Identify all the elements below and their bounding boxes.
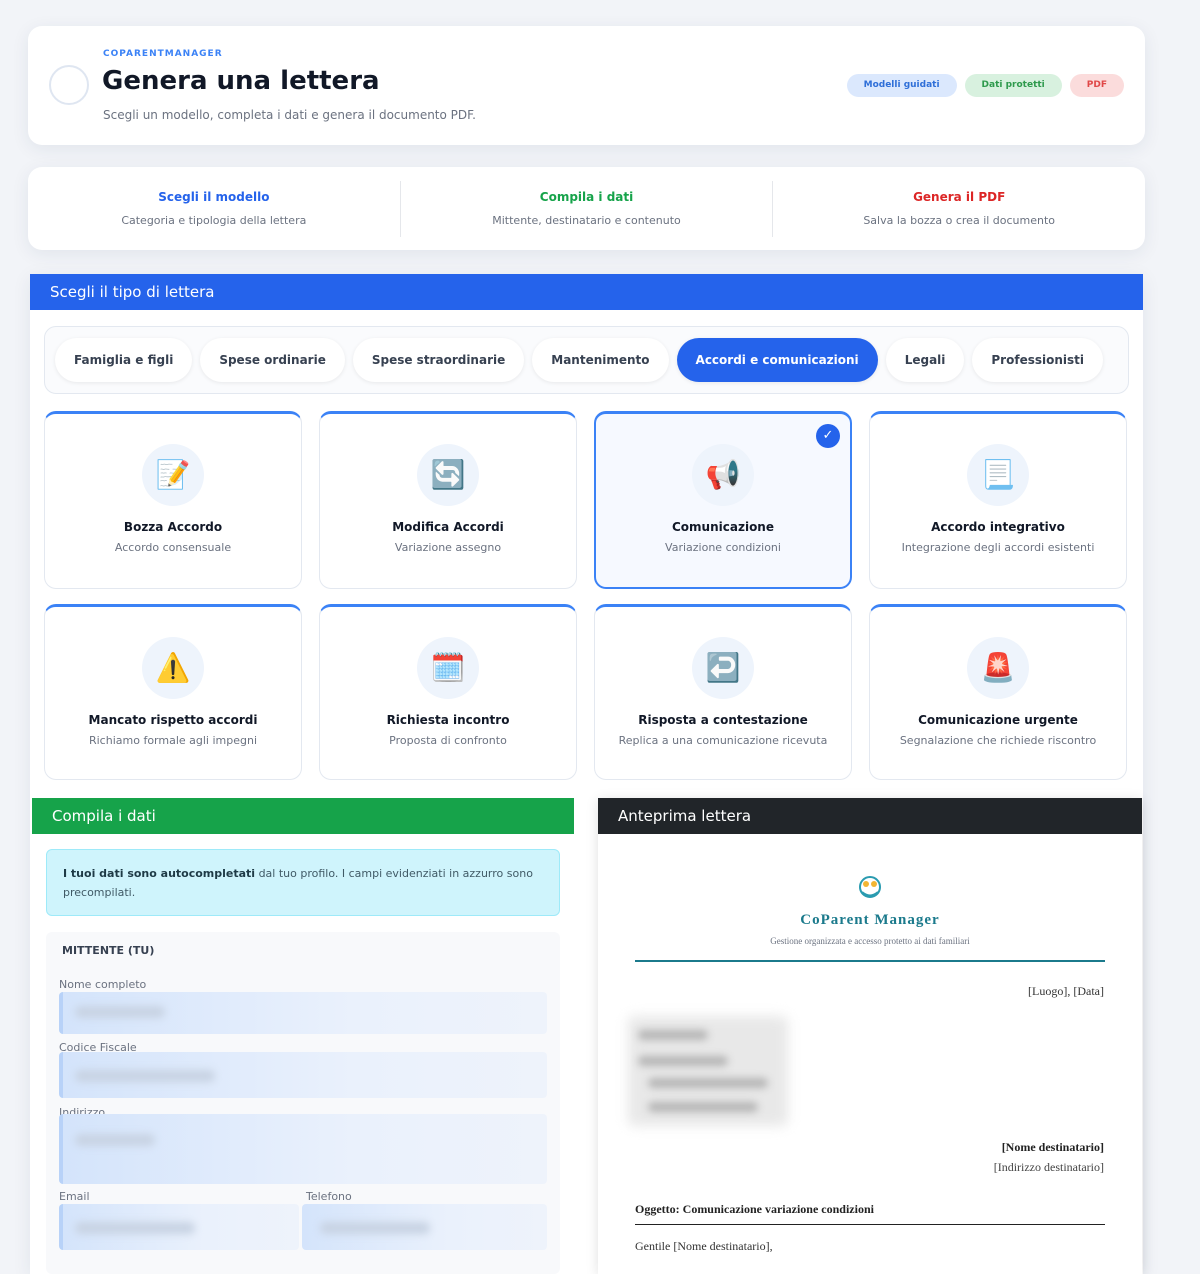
- template-card-draft-agreement[interactable]: 📝 Bozza Accordo Accordo consensuale: [44, 411, 302, 589]
- letter-tagline: Gestione organizzata e accesso protetto …: [770, 936, 970, 946]
- subject-divider: [635, 1224, 1105, 1225]
- template-description: Proposta di confronto: [389, 734, 507, 747]
- template-title: Modifica Accordi: [392, 520, 504, 534]
- template-title: Risposta a contestazione: [638, 713, 808, 727]
- redacted-value: [75, 1070, 215, 1082]
- form-panel: Compila i dati I tuoi dati sono autocomp…: [32, 798, 574, 1274]
- calendar-icon: 🗓️: [417, 637, 479, 699]
- page-header: COPARENTMANAGER Genera una lettera Scegl…: [28, 26, 1145, 145]
- email-label: Email: [59, 1190, 90, 1203]
- page-title: Genera una lettera: [102, 66, 380, 96]
- category-tabs: Famiglia e figli Spese ordinarie Spese s…: [44, 326, 1129, 394]
- reply-arrow-icon: ↩️: [692, 637, 754, 699]
- template-title: Accordo integrativo: [931, 520, 1065, 534]
- phone-field[interactable]: [302, 1204, 547, 1250]
- step-fill-data[interactable]: Compila i dati Mittente, destinatario e …: [399, 180, 773, 237]
- form-title: Compila i dati: [32, 798, 574, 834]
- redacted-line: [638, 1030, 708, 1040]
- tab-professionals[interactable]: Professionisti: [972, 338, 1103, 382]
- template-title: Bozza Accordo: [123, 520, 223, 534]
- name-label: Nome completo: [59, 978, 147, 991]
- template-description: Segnalazione che richiede riscontro: [899, 734, 1097, 747]
- template-description: Integrazione degli accordi esistenti: [901, 541, 1095, 554]
- tab-extraordinary-expenses[interactable]: Spese straordinarie: [352, 338, 525, 382]
- phone-label: Telefono: [306, 1190, 352, 1203]
- tab-maintenance[interactable]: Mantenimento: [532, 338, 669, 382]
- step-generate-pdf[interactable]: Genera il PDF Salva la bozza o crea il d…: [772, 180, 1145, 237]
- template-card-meeting-request[interactable]: 🗓️ Richiesta incontro Proposta di confro…: [319, 604, 577, 780]
- document-icon: 📃: [967, 444, 1029, 506]
- step-description: Salva la bozza o crea il documento: [863, 214, 1056, 227]
- letter-subject: Oggetto: Comunicazione variazione condiz…: [635, 1202, 874, 1216]
- template-card-urgent-communication[interactable]: 🚨 Comunicazione urgente Segnalazione che…: [869, 604, 1127, 780]
- memo-icon: 📝: [142, 444, 204, 506]
- avatar[interactable]: [49, 65, 89, 105]
- page-subtitle: Scegli un modello, completa i dati e gen…: [103, 108, 476, 122]
- megaphone-icon: 📢: [692, 444, 754, 506]
- divider: [635, 960, 1105, 962]
- refresh-icon: 🔄: [417, 444, 479, 506]
- badge-pdf: PDF: [1069, 74, 1124, 97]
- badge-protected-data: Dati protetti: [964, 74, 1062, 97]
- template-card-supplementary-agreement[interactable]: 📃 Accordo integrativo Integrazione degli…: [869, 411, 1127, 589]
- address-field[interactable]: [59, 1114, 547, 1184]
- step-title: Genera il PDF: [913, 190, 1006, 204]
- tab-legal[interactable]: Legali: [885, 338, 965, 382]
- template-description: Richiamo formale agli impegni: [88, 734, 258, 747]
- autofill-info-alert: I tuoi dati sono autocompletati dal tuo …: [46, 849, 560, 916]
- sender-title: MITTENTE (TU): [62, 944, 155, 957]
- step-description: Categoria e tipologia della lettera: [121, 214, 307, 227]
- template-description: Variazione assegno: [394, 541, 502, 554]
- template-title: Comunicazione: [672, 520, 774, 534]
- redacted-line: [648, 1102, 758, 1112]
- checkmark-icon: ✓: [816, 424, 840, 448]
- letter-greeting: Gentile [Nome destinatario],: [635, 1239, 773, 1253]
- full-name-field[interactable]: [59, 992, 547, 1034]
- email-field[interactable]: [59, 1204, 299, 1250]
- redacted-value: [75, 1222, 195, 1234]
- tab-agreements-communications[interactable]: Accordi e comunicazioni: [676, 338, 878, 382]
- template-title: Comunicazione urgente: [918, 713, 1078, 727]
- template-card-modify-agreements[interactable]: 🔄 Modifica Accordi Variazione assegno: [319, 411, 577, 589]
- template-description: Accordo consensuale: [114, 541, 232, 554]
- recipient-name: [Nome destinatario]: [1001, 1140, 1104, 1154]
- redacted-value: [75, 1134, 155, 1146]
- step-description: Mittente, destinatario e contenuto: [492, 214, 681, 227]
- template-title: Richiesta incontro: [386, 713, 510, 727]
- steps-bar: Scegli il modello Categoria e tipologia …: [28, 167, 1145, 250]
- step-choose-template[interactable]: Scegli il modello Categoria e tipologia …: [28, 181, 400, 237]
- tax-code-field[interactable]: [59, 1052, 547, 1098]
- redacted-line: [638, 1056, 728, 1066]
- siren-icon: 🚨: [967, 637, 1029, 699]
- redacted-value: [75, 1006, 165, 1018]
- badge-guided-templates: Modelli guidati: [846, 74, 957, 97]
- template-description: Replica a una comunicazione ricevuta: [618, 734, 828, 747]
- sender-section: MITTENTE (TU) Nome completo Codice Fisca…: [46, 932, 560, 1274]
- redacted-line: [648, 1078, 768, 1088]
- tab-ordinary-expenses[interactable]: Spese ordinarie: [200, 338, 345, 382]
- template-card-breach-of-agreements[interactable]: ⚠️ Mancato rispetto accordi Richiamo for…: [44, 604, 302, 780]
- coparent-logo-icon: [859, 876, 881, 898]
- badge-group: Modelli guidati Dati protetti PDF: [846, 74, 1124, 97]
- recipient-address: [Indirizzo destinatario]: [993, 1160, 1104, 1174]
- template-card-dispute-reply[interactable]: ↩️ Risposta a contestazione Replica a un…: [594, 604, 852, 780]
- step-title: Scegli il modello: [158, 190, 270, 204]
- brand-label: COPARENTMANAGER: [103, 49, 223, 59]
- section-title: Scegli il tipo di lettera: [30, 274, 1143, 310]
- warning-icon: ⚠️: [142, 637, 204, 699]
- preview-title: Anteprima lettera: [598, 798, 1142, 834]
- template-title: Mancato rispetto accordi: [88, 713, 258, 727]
- redacted-value: [320, 1222, 430, 1234]
- letter-preview-panel: Anteprima lettera CoParent Manager Gesti…: [598, 798, 1142, 1274]
- info-bold-text: I tuoi dati sono autocompletati: [63, 867, 256, 880]
- template-description: Variazione condizioni: [665, 541, 781, 554]
- letter-brand: CoParent Manager: [800, 912, 940, 928]
- tab-family-children[interactable]: Famiglia e figli: [55, 338, 193, 382]
- template-card-communication[interactable]: ✓ 📢 Comunicazione Variazione condizioni: [594, 411, 852, 589]
- place-date: [Luogo], [Data]: [1028, 984, 1104, 998]
- step-title: Compila i dati: [539, 190, 634, 204]
